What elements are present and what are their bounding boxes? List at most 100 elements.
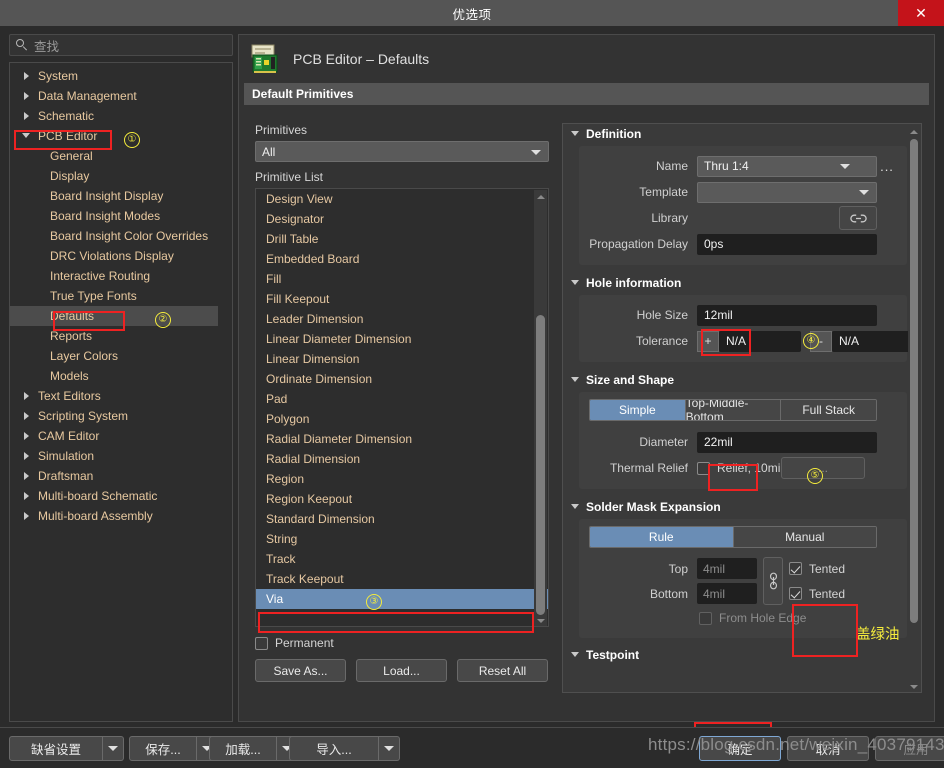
sidebar-item-scripting-system[interactable]: Scripting System (10, 406, 232, 426)
list-item[interactable]: Linear Dimension (256, 349, 548, 369)
import-split-button[interactable]: 导入... (289, 736, 400, 761)
tolerance-plus-input[interactable]: N/A (719, 330, 801, 352)
close-icon[interactable]: ✕ (898, 0, 944, 26)
page-title: PCB Editor – Defaults (293, 51, 430, 67)
list-item[interactable]: Leader Dimension (256, 309, 548, 329)
sidebar-item-true-type-fonts[interactable]: True Type Fonts (10, 286, 232, 306)
list-item[interactable]: Radial Diameter Dimension (256, 429, 548, 449)
sidebar-item-display[interactable]: Display (10, 166, 232, 186)
sidebar-item-schematic[interactable]: Schematic (10, 106, 232, 126)
reset-all-button[interactable]: Reset All (457, 659, 548, 682)
import-button[interactable]: 导入... (289, 736, 379, 761)
list-item[interactable]: Pad (256, 389, 548, 409)
sidebar-item-data-management[interactable]: Data Management (10, 86, 232, 106)
top-tented-checkbox[interactable] (789, 562, 802, 575)
list-item[interactable]: Fill (256, 269, 548, 289)
sidebar-item-board-insight-color-overrides[interactable]: Board Insight Color Overrides (10, 226, 232, 246)
sidebar-item-layer-colors[interactable]: Layer Colors (10, 346, 232, 366)
tab-manual[interactable]: Manual (733, 527, 876, 547)
sidebar-item-system[interactable]: System (10, 66, 232, 86)
sidebar-item-cam-editor[interactable]: CAM Editor (10, 426, 232, 446)
list-item[interactable]: Embedded Board (256, 249, 548, 269)
tab-top-middle-bottom[interactable]: Top-Middle-Bottom (685, 400, 782, 420)
tolerance-minus-input[interactable]: N/A (832, 330, 914, 352)
name-select[interactable]: Thru 1:4 (697, 155, 877, 177)
list-item[interactable]: Design View (256, 189, 548, 209)
list-item[interactable]: Ordinate Dimension (256, 369, 548, 389)
group-title-solder-mask-expansion[interactable]: Solder Mask Expansion (563, 497, 921, 517)
list-item[interactable]: Region Keepout (256, 489, 548, 509)
tab-simple[interactable]: Simple (590, 400, 686, 420)
scroll-up-icon[interactable] (908, 125, 920, 138)
hole-size-input[interactable]: 12mil (697, 304, 877, 326)
sidebar-item-draftsman[interactable]: Draftsman (10, 466, 232, 486)
chain-link-icon[interactable] (763, 557, 783, 605)
load-button[interactable]: Load... (356, 659, 447, 682)
scroll-down-icon[interactable] (534, 614, 547, 626)
sidebar-item-simulation[interactable]: Simulation (10, 446, 232, 466)
scrollbar-thumb[interactable] (536, 315, 545, 615)
sidebar-item-models[interactable]: Models (10, 366, 232, 386)
group-title-hole-information[interactable]: Hole information (563, 273, 921, 293)
chevron-down-icon[interactable] (103, 736, 124, 761)
propagation-delay-input[interactable]: 0ps (697, 233, 877, 255)
sidebar-item-multi-board-assembly[interactable]: Multi-board Assembly (10, 506, 232, 526)
default-settings-split-button[interactable]: 缺省设置 (9, 736, 124, 761)
primitives-pane: Primitives All Primitive List Design Vie… (244, 113, 550, 717)
sidebar-item-multi-board-schematic[interactable]: Multi-board Schematic (10, 486, 232, 506)
tab-full-stack[interactable]: Full Stack (781, 400, 876, 420)
save-as-button[interactable]: Save As... (255, 659, 346, 682)
tab-rule[interactable]: Rule (590, 527, 734, 547)
sidebar-item-board-insight-modes[interactable]: Board Insight Modes (10, 206, 232, 226)
permanent-checkbox-row[interactable]: Permanent (255, 636, 550, 650)
default-settings-button[interactable]: 缺省设置 (9, 736, 103, 761)
sidebar-item-interactive-routing[interactable]: Interactive Routing (10, 266, 232, 286)
list-item[interactable]: String (256, 529, 548, 549)
diameter-input[interactable]: 22mil (697, 431, 877, 453)
chevron-down-icon[interactable] (379, 736, 400, 761)
from-hole-edge-checkbox[interactable] (699, 611, 712, 625)
sidebar-item-board-insight-display[interactable]: Board Insight Display (10, 186, 232, 206)
sidebar-item-drc-violations-display[interactable]: DRC Violations Display (10, 246, 232, 266)
list-item[interactable]: Designator (256, 209, 548, 229)
scroll-up-icon[interactable] (534, 190, 547, 203)
properties-scrollbar[interactable] (908, 125, 920, 692)
scroll-down-icon[interactable] (908, 680, 920, 692)
ellipsis-icon[interactable]: ... (877, 159, 897, 174)
primitives-filter-select[interactable]: All (255, 141, 549, 162)
link-icon[interactable] (839, 206, 877, 230)
sidebar-item-pcb-editor[interactable]: PCB Editor (10, 126, 232, 146)
scrollbar-thumb[interactable] (910, 139, 918, 623)
permanent-checkbox[interactable] (255, 636, 268, 650)
list-item[interactable]: Standard Dimension (256, 509, 548, 529)
list-item[interactable]: Drill Table (256, 229, 548, 249)
list-item[interactable]: Track Keepout (256, 569, 548, 589)
save-button[interactable]: 保存... (129, 736, 197, 761)
sidebar-item-general[interactable]: General (10, 146, 232, 166)
list-item[interactable]: Polygon (256, 409, 548, 429)
list-item[interactable]: Track (256, 549, 548, 569)
thermal-relief-more-button[interactable]: ... (781, 457, 865, 479)
load-button[interactable]: 加载... (209, 736, 277, 761)
primitive-list-scrollbar[interactable] (534, 190, 547, 626)
list-item[interactable]: Region (256, 469, 548, 489)
load-split-button[interactable]: 加载... (209, 736, 298, 761)
save-split-button[interactable]: 保存... (129, 736, 218, 761)
top-input[interactable]: 4mil (697, 558, 757, 579)
list-item-via[interactable]: Via (256, 589, 548, 609)
list-item[interactable]: Fill Keepout (256, 289, 548, 309)
template-select[interactable] (697, 181, 877, 203)
bottom-input[interactable]: 4mil (697, 583, 757, 604)
sidebar-item-text-editors[interactable]: Text Editors (10, 386, 232, 406)
sidebar-item-reports[interactable]: Reports (10, 326, 232, 346)
list-item[interactable]: Linear Diameter Dimension (256, 329, 548, 349)
list-item[interactable]: Radial Dimension (256, 449, 548, 469)
group-title-definition[interactable]: Definition (563, 124, 921, 144)
primitive-list[interactable]: Design View Designator Drill Table Embed… (255, 188, 549, 627)
bottom-tented-checkbox[interactable] (789, 587, 802, 600)
group-title-testpoint[interactable]: Testpoint (563, 645, 921, 665)
search-input[interactable]: 查找 (9, 34, 233, 56)
thermal-relief-checkbox[interactable] (697, 461, 710, 475)
sidebar-item-defaults[interactable]: Defaults (10, 306, 218, 326)
group-title-size-and-shape[interactable]: Size and Shape (563, 370, 921, 390)
